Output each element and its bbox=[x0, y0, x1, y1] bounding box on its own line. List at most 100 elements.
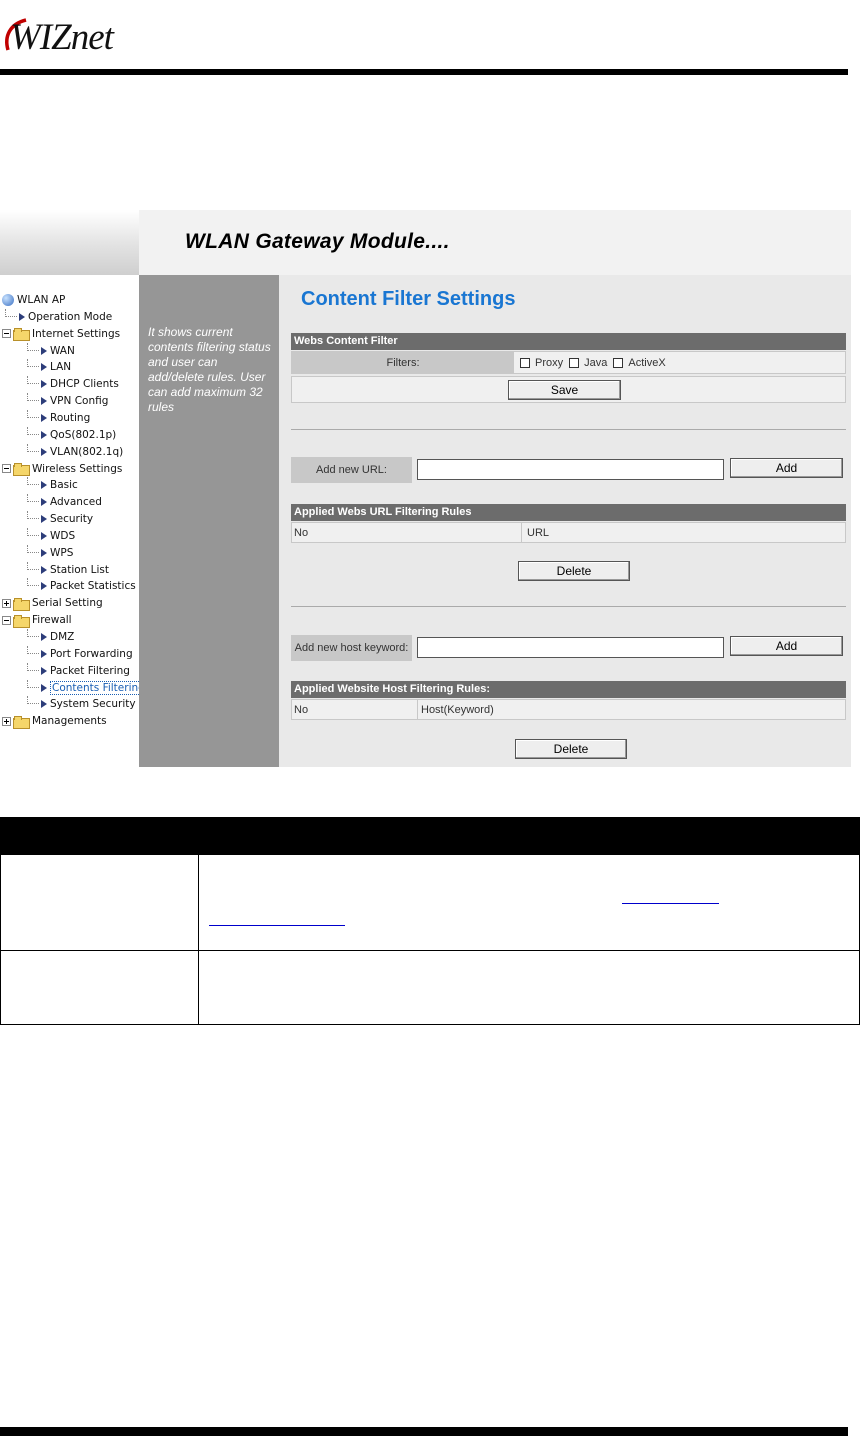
arrow-icon bbox=[19, 312, 25, 321]
folder-icon bbox=[13, 328, 30, 342]
help-column: It shows current contents filtering stat… bbox=[139, 275, 279, 767]
tree-item[interactable]: Operation Mode bbox=[5, 308, 112, 325]
arrow-icon bbox=[41, 515, 47, 524]
tree-item[interactable]: Station List bbox=[27, 561, 110, 578]
tree-item[interactable]: Internet Settings bbox=[2, 326, 120, 342]
java-label: Java bbox=[584, 356, 608, 369]
host-rules-columns: No Host(Keyword) bbox=[291, 699, 846, 720]
add-url-button[interactable]: Add bbox=[730, 458, 843, 478]
tree-item-label: DHCP Clients bbox=[50, 378, 119, 391]
arrow-icon bbox=[41, 498, 47, 507]
arrow-icon bbox=[41, 447, 47, 456]
banner: WLAN Gateway Module.... bbox=[0, 210, 851, 275]
arrow-icon bbox=[41, 666, 47, 675]
tree-item-label: WPS bbox=[50, 546, 74, 559]
expand-icon[interactable] bbox=[2, 716, 11, 726]
filters-label: Filters: bbox=[292, 352, 514, 373]
tree-item-label: Wireless Settings bbox=[32, 462, 123, 475]
tree-item[interactable]: Advanced bbox=[27, 494, 102, 510]
arrow-icon bbox=[41, 649, 47, 658]
tree-connector bbox=[27, 342, 39, 351]
page-title: Content Filter Settings bbox=[301, 288, 516, 310]
collapse-icon[interactable] bbox=[2, 464, 11, 473]
folder-icon bbox=[13, 715, 30, 729]
tree-connector bbox=[27, 561, 39, 570]
host-input[interactable] bbox=[417, 637, 724, 658]
arrow-icon bbox=[41, 700, 47, 709]
divider bbox=[291, 606, 846, 607]
webs-filter-header: Webs Content Filter bbox=[291, 333, 846, 350]
tree-item[interactable]: System Security bbox=[27, 696, 136, 712]
tree-connector bbox=[27, 629, 39, 637]
tree-item[interactable]: WAN bbox=[27, 342, 75, 359]
arrow-icon bbox=[41, 481, 47, 490]
delete-host-button[interactable]: Delete bbox=[515, 739, 627, 759]
arrow-icon bbox=[41, 430, 47, 439]
arrow-icon bbox=[41, 582, 47, 591]
tree-item[interactable]: Wireless Settings bbox=[2, 461, 122, 477]
col-url: URL bbox=[527, 526, 550, 539]
tree-root[interactable]: WLAN AP bbox=[2, 292, 65, 308]
proxy-checkbox[interactable] bbox=[520, 357, 530, 368]
tree-item[interactable]: Packet Filtering bbox=[27, 662, 130, 679]
router-screenshot: WLAN Gateway Module.... WLAN AP Operation… bbox=[0, 210, 851, 767]
tree-item[interactable]: DHCP Clients bbox=[27, 376, 119, 392]
tree-item[interactable]: Port Forwarding bbox=[27, 645, 133, 662]
add-host-button[interactable]: Add bbox=[730, 636, 843, 656]
collapse-icon[interactable] bbox=[2, 329, 11, 339]
arrow-icon bbox=[41, 380, 47, 389]
tree-item[interactable]: Contents Filtering bbox=[27, 679, 147, 696]
tree-item-label: QoS(802.1p) bbox=[50, 428, 117, 441]
tree-item-label: Contents Filtering bbox=[50, 680, 147, 695]
tree-connector bbox=[27, 443, 39, 452]
tree-item[interactable]: Firewall bbox=[2, 612, 72, 628]
tree-item[interactable]: Packet Statistics bbox=[27, 578, 136, 594]
filters-options: Proxy Java ActiveX bbox=[520, 352, 672, 373]
tree-item[interactable]: WDS bbox=[27, 527, 75, 544]
tree-item[interactable]: DMZ bbox=[27, 629, 74, 645]
tree-item[interactable]: VLAN(802.1q) bbox=[27, 443, 123, 460]
link-underline bbox=[209, 925, 345, 926]
tree-item[interactable]: Basic bbox=[27, 477, 78, 493]
tree-connector bbox=[27, 527, 39, 536]
save-button[interactable]: Save bbox=[508, 380, 621, 400]
table-row bbox=[0, 854, 860, 951]
tree-item-label: Advanced bbox=[50, 496, 102, 509]
tree-item[interactable]: Security bbox=[27, 511, 93, 527]
wiznet-logo: WIZnet bbox=[2, 10, 162, 60]
tree-connector bbox=[27, 696, 39, 705]
col-host: Host(Keyword) bbox=[421, 703, 494, 716]
tree-item[interactable]: Managements bbox=[2, 713, 107, 729]
activex-checkbox[interactable] bbox=[613, 357, 624, 368]
tree-item[interactable]: Serial Setting bbox=[2, 595, 103, 611]
expand-icon[interactable] bbox=[2, 598, 11, 608]
tree-item[interactable]: VPN Config bbox=[27, 393, 108, 409]
arrow-icon bbox=[41, 565, 47, 574]
tree-item-label: Routing bbox=[50, 411, 91, 424]
activex-label: ActiveX bbox=[628, 356, 666, 369]
folder-icon bbox=[13, 614, 30, 628]
tree-item[interactable]: QoS(802.1p) bbox=[27, 426, 117, 443]
tree-item[interactable]: WPS bbox=[27, 544, 74, 561]
delete-url-button[interactable]: Delete bbox=[518, 561, 630, 581]
save-row: Save bbox=[291, 376, 846, 403]
tree-item[interactable]: LAN bbox=[27, 359, 71, 375]
table-cell bbox=[198, 950, 860, 1025]
tree-item[interactable]: Routing bbox=[27, 409, 91, 426]
banner-gradient bbox=[0, 210, 139, 275]
table-header-cell bbox=[0, 817, 199, 855]
url-rules-header: Applied Webs URL Filtering Rules bbox=[291, 504, 846, 521]
folder-icon bbox=[13, 597, 30, 611]
tree-item-label: Basic bbox=[50, 479, 78, 492]
tree-item-label: DMZ bbox=[50, 631, 75, 643]
table-row bbox=[0, 950, 860, 1025]
tree-item-label: Managements bbox=[32, 715, 107, 728]
tree-item-label: Packet Filtering bbox=[50, 664, 130, 677]
url-input[interactable] bbox=[417, 459, 724, 480]
collapse-icon[interactable] bbox=[2, 615, 11, 625]
col-no: No bbox=[294, 523, 522, 542]
tree-item-label: Internet Settings bbox=[32, 327, 121, 340]
tree-item-label: Station List bbox=[50, 563, 110, 576]
tree-item-label: Firewall bbox=[32, 614, 72, 627]
java-checkbox[interactable] bbox=[569, 357, 580, 368]
